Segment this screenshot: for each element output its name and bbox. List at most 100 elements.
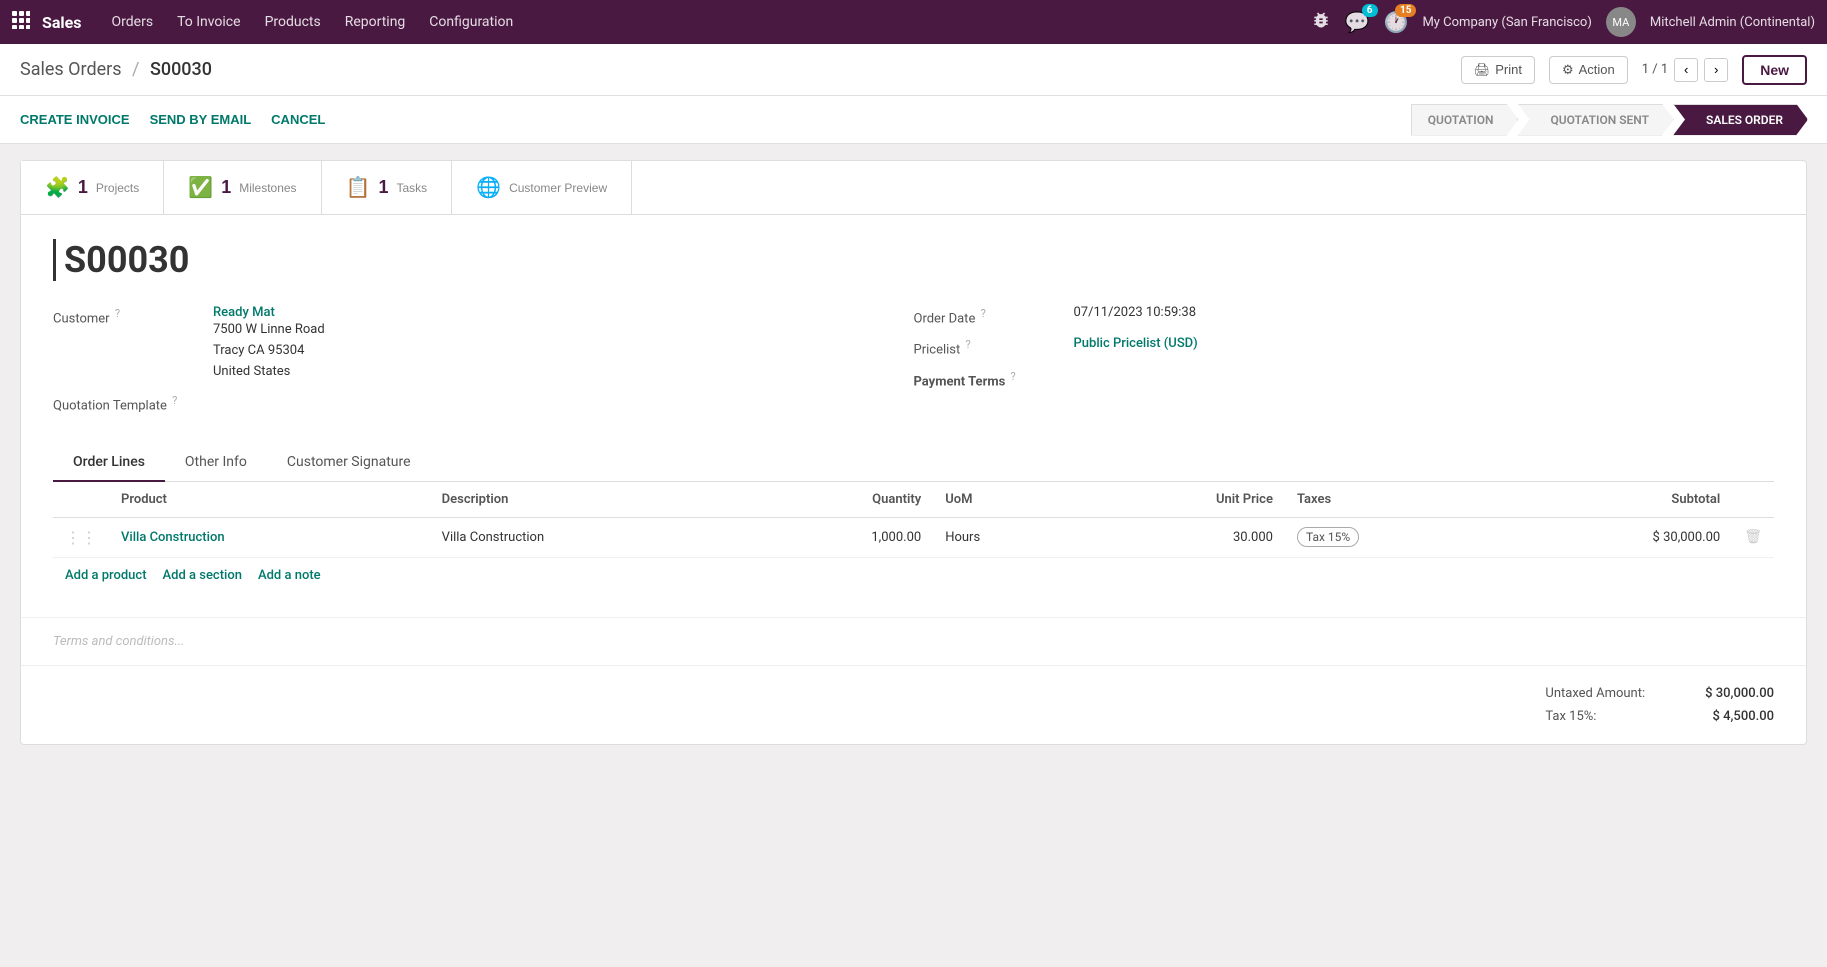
form-right: Order Date ? 07/11/2023 10:59:38 Priceli… — [914, 305, 1775, 424]
add-links: Add a product Add a section Add a note — [53, 558, 1774, 593]
description-cell[interactable]: Villa Construction — [430, 517, 748, 557]
breadcrumb-separator: / — [132, 59, 139, 80]
pricelist-row: Pricelist ? Public Pricelist (USD) — [914, 336, 1743, 357]
order-date-row: Order Date ? 07/11/2023 10:59:38 — [914, 305, 1743, 326]
pipeline-sales-order[interactable]: SALES ORDER — [1673, 104, 1808, 136]
payment-terms-row: Payment Terms ? — [914, 368, 1743, 389]
pricelist-value[interactable]: Public Pricelist (USD) — [1074, 336, 1198, 351]
add-section-link[interactable]: Add a section — [163, 568, 242, 583]
terms-placeholder[interactable]: Terms and conditions... — [53, 634, 185, 649]
title-bar: Sales Orders / S00030 🖨 Print ⚙ Action 1… — [0, 44, 1827, 96]
send-by-email-button[interactable]: SEND BY EMAIL — [150, 108, 252, 131]
grid-icon[interactable] — [12, 11, 30, 33]
pipeline-quotation[interactable]: QUOTATION — [1411, 104, 1519, 136]
quotation-template-help[interactable]: ? — [172, 394, 177, 407]
quantity-cell[interactable]: 1,000.00 — [748, 517, 934, 557]
nav-to-invoice[interactable]: To Invoice — [167, 10, 251, 34]
tab-order-lines[interactable]: Order Lines — [53, 444, 165, 482]
messages-icon[interactable]: 💬 6 — [1345, 10, 1370, 34]
user-label[interactable]: Mitchell Admin (Continental) — [1650, 15, 1815, 30]
tax-row: Tax 15%: $ 4,500.00 — [1545, 705, 1774, 728]
tasks-button[interactable]: 📋 1 Tasks — [322, 161, 453, 214]
avatar[interactable]: MA — [1606, 7, 1636, 37]
col-taxes: Taxes — [1285, 482, 1502, 518]
action-bar: CREATE INVOICE SEND BY EMAIL CANCEL QUOT… — [0, 96, 1827, 144]
bug-icon[interactable] — [1311, 10, 1331, 34]
tabs: Order Lines Other Info Customer Signatur… — [53, 444, 1774, 482]
untaxed-label: Untaxed Amount: — [1545, 686, 1645, 701]
quotation-template-row: Quotation Template ? — [53, 392, 882, 413]
product-cell: Villa Construction — [109, 517, 430, 557]
nav-configuration[interactable]: Configuration — [419, 10, 523, 34]
brand-label[interactable]: Sales — [42, 13, 82, 32]
order-number: S00030 — [53, 239, 1774, 281]
activities-icon[interactable]: 🕐 15 — [1384, 10, 1409, 34]
cancel-button[interactable]: CANCEL — [271, 108, 325, 131]
action-button[interactable]: ⚙ Action — [1549, 56, 1628, 84]
customer-address: 7500 W Linne Road Tracy CA 95304 United … — [213, 320, 325, 382]
col-unit-price: Unit Price — [1081, 482, 1285, 518]
create-invoice-button[interactable]: CREATE INVOICE — [20, 108, 130, 131]
milestones-button[interactable]: ✅ 1 Milestones — [164, 161, 321, 214]
add-product-link[interactable]: Add a product — [65, 568, 147, 583]
add-note-link[interactable]: Add a note — [258, 568, 321, 583]
print-button[interactable]: 🖨 Print — [1461, 56, 1535, 84]
company-label[interactable]: My Company (San Francisco) — [1422, 15, 1591, 30]
customer-row: Customer ? Ready Mat 7500 W Linne Road T… — [53, 305, 882, 382]
col-subtotal: Subtotal — [1502, 482, 1732, 518]
order-date-help[interactable]: ? — [981, 307, 986, 320]
uom-cell[interactable]: Hours — [933, 517, 1081, 557]
form-left: Customer ? Ready Mat 7500 W Linne Road T… — [53, 305, 914, 424]
order-date-value[interactable]: 07/11/2023 10:59:38 — [1074, 305, 1197, 320]
titlebar-actions: 🖨 Print ⚙ Action 1 / 1 ‹ › New — [1461, 55, 1807, 85]
nav-products[interactable]: Products — [255, 10, 331, 34]
payment-terms-help[interactable]: ? — [1011, 370, 1016, 383]
pricelist-help[interactable]: ? — [966, 338, 971, 351]
form-grid: Customer ? Ready Mat 7500 W Linne Road T… — [53, 305, 1774, 424]
actionbar-buttons: CREATE INVOICE SEND BY EMAIL CANCEL — [20, 108, 325, 131]
unit-price-cell[interactable]: 30.000 — [1081, 517, 1285, 557]
tax-badge[interactable]: Tax 15% — [1297, 527, 1359, 547]
form-body: S00030 Customer ? Ready Mat 7500 W Linne… — [21, 215, 1806, 617]
tab-customer-signature[interactable]: Customer Signature — [267, 444, 431, 482]
tax-value: $ 4,500.00 — [1713, 709, 1774, 724]
table-header: Product Description Quantity UoM Unit Pr… — [53, 482, 1774, 518]
next-button[interactable]: › — [1704, 58, 1728, 82]
delete-row-button[interactable]: 🗑 — [1744, 529, 1762, 545]
tax-cell: Tax 15% — [1285, 517, 1502, 557]
customer-preview-button[interactable]: 🌐 Customer Preview — [452, 161, 632, 214]
nav-orders[interactable]: Orders — [102, 10, 164, 34]
breadcrumb-current: S00030 — [150, 59, 212, 80]
customer-label: Customer ? — [53, 305, 213, 326]
untaxed-value: $ 30,000.00 — [1705, 686, 1774, 701]
customer-value: Ready Mat 7500 W Linne Road Tracy CA 953… — [213, 305, 325, 382]
new-button[interactable]: New — [1742, 55, 1807, 85]
order-table: Product Description Quantity UoM Unit Pr… — [53, 482, 1774, 558]
tab-other-info[interactable]: Other Info — [165, 444, 267, 482]
order-date-label: Order Date ? — [914, 305, 1074, 326]
pricelist-label: Pricelist ? — [914, 336, 1074, 357]
col-quantity: Quantity — [748, 482, 934, 518]
check-icon: ✅ — [188, 175, 213, 200]
subtotal-cell: $ 30,000.00 — [1502, 517, 1732, 557]
customer-help[interactable]: ? — [115, 307, 120, 320]
activities-badge: 15 — [1395, 4, 1416, 17]
pipeline-quotation-sent[interactable]: QUOTATION SENT — [1517, 104, 1674, 136]
prev-button[interactable]: ‹ — [1674, 58, 1698, 82]
tax-label: Tax 15%: — [1545, 709, 1596, 724]
globe-icon: 🌐 — [476, 175, 501, 200]
terms-area: Terms and conditions... — [21, 617, 1806, 665]
product-link[interactable]: Villa Construction — [121, 530, 225, 545]
totals-table: Untaxed Amount: $ 30,000.00 Tax 15%: $ 4… — [1545, 682, 1774, 728]
status-pipeline: QUOTATION QUOTATION SENT SALES ORDER — [1411, 104, 1807, 136]
breadcrumb: Sales Orders / S00030 — [20, 59, 1461, 80]
table-row: ⋮⋮ Villa Construction Villa Construction… — [53, 517, 1774, 557]
payment-terms-label: Payment Terms ? — [914, 368, 1074, 389]
pagination: 1 / 1 ‹ › — [1642, 58, 1728, 82]
drag-handle[interactable]: ⋮⋮ — [65, 528, 97, 547]
smart-buttons: 🧩 1 Projects ✅ 1 Milestones 📋 1 Tasks 🌐 … — [21, 161, 1806, 215]
customer-name[interactable]: Ready Mat — [213, 305, 325, 320]
breadcrumb-parent[interactable]: Sales Orders — [20, 59, 122, 80]
nav-reporting[interactable]: Reporting — [335, 10, 416, 34]
projects-button[interactable]: 🧩 1 Projects — [21, 161, 164, 214]
